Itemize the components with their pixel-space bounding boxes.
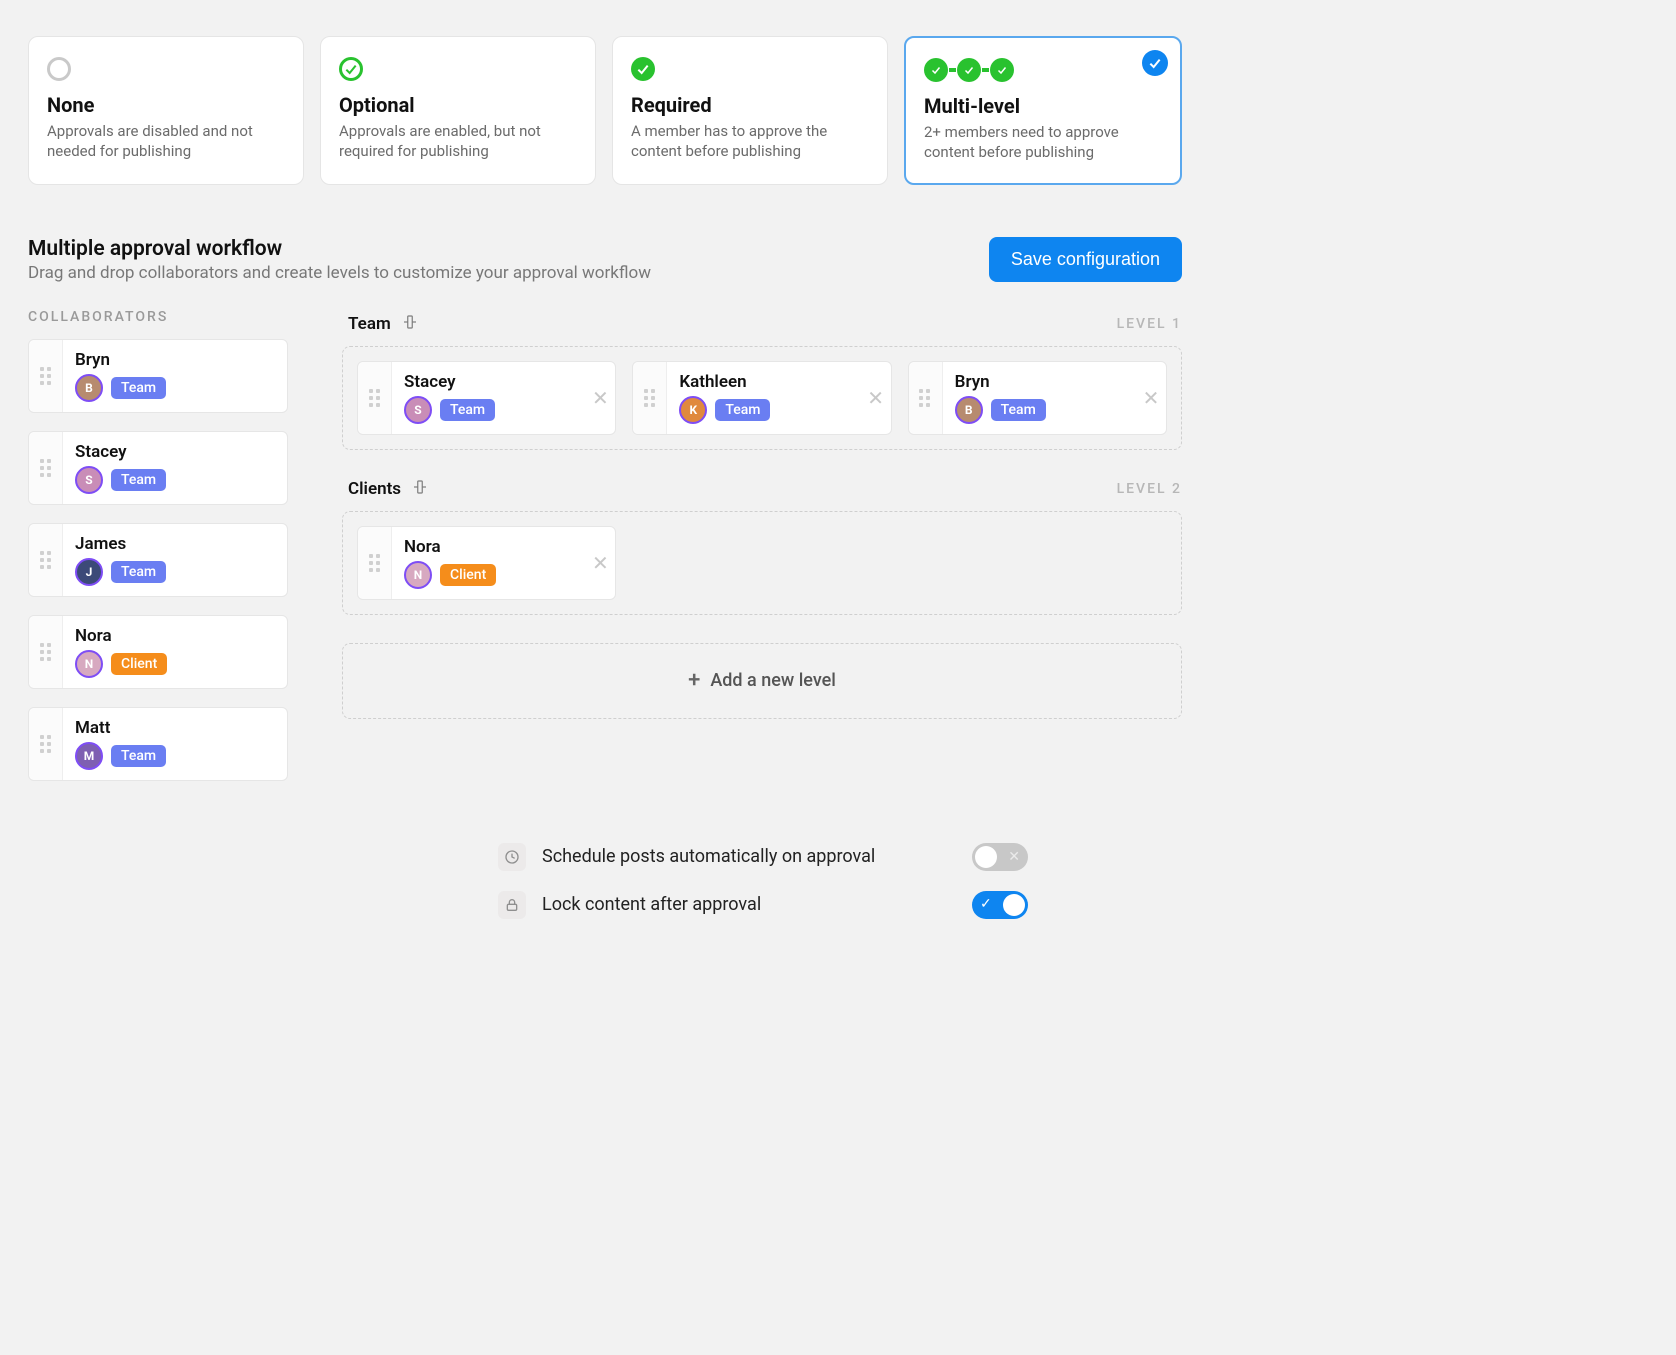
option-none[interactable]: None Approvals are disabled and not need… <box>28 36 304 185</box>
drag-handle[interactable] <box>29 524 63 596</box>
option-desc: Approvals are enabled, but not required … <box>339 121 577 162</box>
option-title: None <box>47 93 285 117</box>
person-name: Matt <box>75 718 275 738</box>
avatar: B <box>75 374 103 402</box>
avatar: K <box>679 396 707 424</box>
drag-handle[interactable] <box>29 616 63 688</box>
person-card[interactable]: James J Team <box>28 523 288 597</box>
collaborators-column: COLLABORATORS Bryn B Team Stacey S Team <box>28 309 288 799</box>
person-name: Nora <box>404 537 573 557</box>
levels-column: Team LEVEL 1 Stacey S Team ✕ <box>342 309 1182 799</box>
role-badge: Team <box>991 399 1046 421</box>
avatar: B <box>955 396 983 424</box>
drag-handle[interactable] <box>29 432 63 504</box>
remove-person-button[interactable]: ✕ <box>1136 362 1166 434</box>
avatar: J <box>75 558 103 586</box>
person-card[interactable]: Bryn B Team ✕ <box>908 361 1167 435</box>
option-desc: Approvals are disabled and not needed fo… <box>47 121 285 162</box>
avatar: N <box>75 650 103 678</box>
role-badge: Team <box>440 399 495 421</box>
collaborators-heading: COLLABORATORS <box>28 309 288 325</box>
drag-handle[interactable] <box>633 362 667 434</box>
avatar: N <box>404 561 432 589</box>
level-name: Team <box>348 314 391 334</box>
option-desc: A member has to approve the content befo… <box>631 121 869 162</box>
level-drop-zone[interactable]: Nora N Client ✕ <box>342 511 1182 615</box>
multilevel-icon <box>924 56 1162 84</box>
option-desc: 2+ members need to approve content befor… <box>924 122 1162 163</box>
approval-settings: Schedule posts automatically on approval… <box>498 833 1182 929</box>
option-title: Required <box>631 93 869 117</box>
person-name: Kathleen <box>679 372 848 392</box>
role-badge: Team <box>111 561 166 583</box>
setting-schedule: Schedule posts automatically on approval… <box>498 833 1028 881</box>
drag-handle[interactable] <box>358 362 392 434</box>
avatar: S <box>75 466 103 494</box>
plus-icon: + <box>688 668 700 693</box>
drag-handle[interactable] <box>909 362 943 434</box>
person-card[interactable]: Bryn B Team <box>28 339 288 413</box>
setting-label: Lock content after approval <box>542 894 761 915</box>
setting-label: Schedule posts automatically on approval <box>542 846 875 867</box>
drag-handle[interactable] <box>29 340 63 412</box>
drag-handle[interactable] <box>358 527 392 599</box>
person-name: Nora <box>75 626 275 646</box>
person-name: Stacey <box>404 372 573 392</box>
person-card[interactable]: Kathleen K Team ✕ <box>632 361 891 435</box>
person-card[interactable]: Nora N Client ✕ <box>357 526 616 600</box>
setting-lock: Lock content after approval ✓ <box>498 881 1028 929</box>
add-level-label: Add a new level <box>710 670 836 691</box>
required-icon <box>631 55 869 83</box>
section-header: Multiple approval workflow Drag and drop… <box>28 237 1182 283</box>
remove-person-button[interactable]: ✕ <box>585 362 615 434</box>
section-title: Multiple approval workflow <box>28 237 651 261</box>
optional-icon <box>339 55 577 83</box>
role-badge: Client <box>111 653 167 675</box>
option-title: Multi-level <box>924 94 1162 118</box>
toggle-lock[interactable]: ✓ <box>972 891 1028 919</box>
role-badge: Team <box>111 745 166 767</box>
level-block: Clients LEVEL 2 Nora N Client ✕ <box>342 478 1182 615</box>
role-badge: Team <box>111 469 166 491</box>
none-icon <box>47 55 285 83</box>
drag-handle[interactable] <box>29 708 63 780</box>
remove-person-button[interactable]: ✕ <box>585 527 615 599</box>
option-multilevel[interactable]: Multi-level 2+ members need to approve c… <box>904 36 1182 185</box>
selected-check-icon <box>1142 50 1168 76</box>
save-configuration-button[interactable]: Save configuration <box>989 237 1182 282</box>
level-label: LEVEL 2 <box>1117 481 1182 497</box>
remove-person-button[interactable]: ✕ <box>861 362 891 434</box>
person-card[interactable]: Stacey S Team <box>28 431 288 505</box>
add-level-button[interactable]: + Add a new level <box>342 643 1182 719</box>
lock-icon <box>498 891 526 919</box>
role-badge: Team <box>715 399 770 421</box>
option-optional[interactable]: Optional Approvals are enabled, but not … <box>320 36 596 185</box>
avatar: S <box>404 396 432 424</box>
role-badge: Team <box>111 377 166 399</box>
person-card[interactable]: Matt M Team <box>28 707 288 781</box>
person-name: Bryn <box>955 372 1124 392</box>
toggle-schedule[interactable]: ✕ <box>972 843 1028 871</box>
person-card[interactable]: Nora N Client <box>28 615 288 689</box>
option-title: Optional <box>339 93 577 117</box>
level-name: Clients <box>348 479 401 499</box>
person-name: Bryn <box>75 350 275 370</box>
person-name: Stacey <box>75 442 275 462</box>
approval-options: None Approvals are disabled and not need… <box>28 36 1182 185</box>
clock-icon <box>498 843 526 871</box>
person-name: James <box>75 534 275 554</box>
person-card[interactable]: Stacey S Team ✕ <box>357 361 616 435</box>
section-subtitle: Drag and drop collaborators and create l… <box>28 263 651 283</box>
level-block: Team LEVEL 1 Stacey S Team ✕ <box>342 313 1182 450</box>
rename-icon[interactable] <box>411 478 429 501</box>
rename-icon[interactable] <box>401 313 419 336</box>
level-drop-zone[interactable]: Stacey S Team ✕ Kathleen K Team ✕ Bryn <box>342 346 1182 450</box>
option-required[interactable]: Required A member has to approve the con… <box>612 36 888 185</box>
level-label: LEVEL 1 <box>1117 316 1182 332</box>
avatar: M <box>75 742 103 770</box>
role-badge: Client <box>440 564 496 586</box>
